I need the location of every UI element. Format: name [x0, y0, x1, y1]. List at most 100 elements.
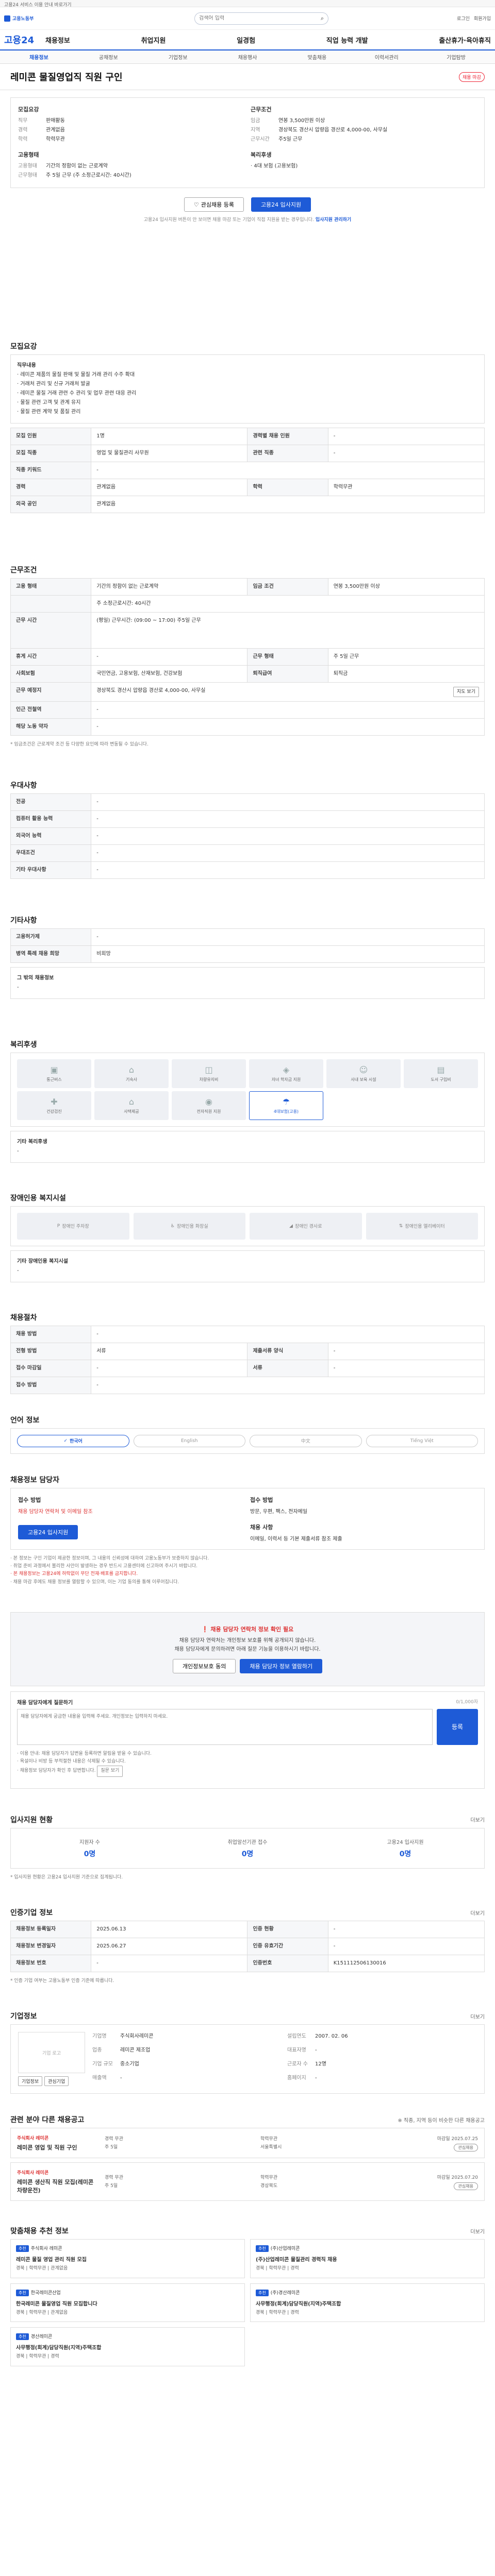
brand-logo[interactable]: 고용24: [4, 33, 45, 46]
table-row: 모집 직종 영업 및 물질관리 사무원 관련 직종 -: [10, 445, 485, 462]
process-title: 채용절차: [10, 1313, 37, 1322]
table-row: 직종 키워드 -: [10, 462, 485, 479]
subnav-item-custom[interactable]: 맞춤채용: [282, 53, 352, 61]
job-card-scrap-button[interactable]: 관심채용: [453, 2182, 478, 2190]
table-key: 외국 공인: [10, 496, 92, 513]
table-row: 접수 방법 -: [10, 1376, 485, 1394]
table-value: -: [327, 445, 485, 462]
signup-link[interactable]: 회원가입: [474, 15, 491, 22]
table-row: 전공 -: [10, 793, 485, 811]
welfare-etc-value: -: [17, 1148, 19, 1154]
subnav-item-events[interactable]: 채용행사: [213, 53, 283, 61]
job-card[interactable]: 주식회사 레미콘 레미콘 생산직 직원 모집(레미콘 차량운전) 경력 무관 학력…: [10, 2162, 485, 2201]
subnav-item-public[interactable]: 공채정보: [74, 53, 143, 61]
summary-key: 지역: [251, 127, 260, 133]
table-key: 경력: [10, 479, 92, 496]
util-text[interactable]: 고용24 서비스 이용 안내 바로가기: [4, 3, 72, 8]
company-key: 기업 규모: [92, 2061, 113, 2067]
note-line: · 채용정보 담당자가 확인 후 답변합니다. 질문 보기: [17, 1766, 478, 1777]
summary-right-heading: 근무조건: [251, 106, 272, 113]
welfare-label: 4대보험(고용): [273, 1109, 299, 1114]
table-value: 국민연금, 고용보험, 산재보험, 건강보험: [91, 665, 248, 683]
job-card-scrap-button[interactable]: 관심채용: [453, 2143, 478, 2151]
search-icon[interactable]: ⌕: [321, 15, 324, 22]
nav-item-leave[interactable]: 출산휴가·육아휴직: [439, 35, 491, 45]
table-key: 인증 유효기간: [247, 1938, 328, 1956]
view-contact-button[interactable]: 채용 담당자 정보 열람하기: [240, 1658, 323, 1673]
language-option-zh[interactable]: 中文: [250, 1434, 362, 1447]
company-info-button[interactable]: 기업정보: [18, 2076, 43, 2087]
recommend-card-title[interactable]: (주)산업레미콘 물질관리 경력직 채용: [256, 2255, 479, 2263]
work-note: * 임금조건은 근로계약 조건 등 다양한 요인에 따라 변동될 수 있습니다.: [10, 742, 148, 748]
recommend-card[interactable]: 추천 (주)산업레미콘 (주)산업레미콘 물질관리 경력직 채용 경북 | 학력무관 …: [250, 2239, 485, 2278]
subnav-item-resume[interactable]: 이력서관리: [352, 53, 421, 61]
stats-title: 입사지원 현황: [10, 1816, 53, 1824]
table-key: 전공: [10, 793, 92, 811]
job-card-title[interactable]: 레미콘 영업 및 직원 구인: [17, 2143, 100, 2151]
table-key: 퇴직급여: [247, 665, 328, 683]
info-more-link[interactable]: 더보기: [470, 1909, 485, 1917]
language-option-ko[interactable]: ✓ 한국어: [17, 1434, 129, 1447]
company-follow-button[interactable]: 관심기업: [44, 2076, 69, 2087]
nav-item-jobs[interactable]: 채용정보: [45, 35, 70, 45]
subnav-item-company[interactable]: 기업정보: [143, 53, 213, 61]
recommend-card-title[interactable]: 사무행정(회계)담당직원(지역)주택조합: [256, 2299, 479, 2307]
nav-item-training[interactable]: 직업 능력 개발: [326, 35, 368, 45]
recommend-card[interactable]: 추천 주식회사 레미콘 레미콘 물질 영업 관리 직원 모집 경북 | 학력무관 | …: [10, 2239, 245, 2278]
recommend-company: (주)산업레미콘: [270, 2246, 300, 2252]
summary-key: 경력: [18, 127, 28, 133]
stats-more-link[interactable]: 더보기: [470, 1816, 485, 1823]
language-option-vi[interactable]: Tiếng Việt: [366, 1434, 478, 1447]
scrap-button[interactable]: ♡ 관심채용 등록: [184, 197, 244, 212]
warn-title-text: 채용 담당자 연락처 정보 확인 필요: [210, 1625, 294, 1633]
recommend-card-title[interactable]: 레미콘 물질 영업 관리 직원 모집: [16, 2255, 239, 2263]
qna-input[interactable]: [17, 1708, 433, 1745]
job-card-title[interactable]: 레미콘 생산직 직원 모집(레미콘 차량운전): [17, 2178, 100, 2194]
summary-employment-heading: 고용형태: [18, 151, 39, 158]
apply-button[interactable]: 고용24 입사지원: [251, 197, 311, 212]
recommend-card-title[interactable]: 한국레미콘 물질영업 직원 모집합니다: [16, 2299, 239, 2307]
language-option-en[interactable]: English: [133, 1434, 245, 1447]
recommend-card-title[interactable]: 사무행정(회계)담당직원(지역)주택조합: [16, 2343, 239, 2351]
table-value: -: [91, 718, 485, 736]
company-more-link[interactable]: 더보기: [470, 2012, 485, 2020]
sub-nav: 채용정보 공채정보 기업정보 채용행사 맞춤채용 이력서관리 기업탐방: [0, 50, 495, 64]
apply-manage-link[interactable]: 입사지원 관리하기: [316, 217, 351, 223]
subnav-item-jobs[interactable]: 채용정보: [4, 53, 74, 61]
table-value: 2025.06.13: [91, 1921, 248, 1939]
elevator-icon: ⇅: [399, 1223, 403, 1229]
job-card[interactable]: 주식회사 레미콘 레미콘 영업 및 직원 구인 경력 무관 학력무관 주 5일 서…: [10, 2128, 485, 2159]
welfare-section: 복리후생 ▣ 통근버스 ⌂ 기숙사 ◫ 차량유지비 ◈ 자녀 학자금 지원 ☺ 사내 보육…: [0, 1034, 495, 1163]
qna-view-button[interactable]: 질문 보기: [97, 1766, 123, 1777]
nav-item-experience[interactable]: 일경험: [237, 35, 255, 45]
subnav-item-visit[interactable]: 기업탐방: [421, 53, 491, 61]
recommend-title: 맞춤채용 추천 정보: [10, 2227, 69, 2236]
warn-title: ❗ 채용 담당자 연락처 정보 확인 필요: [11, 1625, 484, 1633]
recommend-card[interactable]: 추천 (주)경산레미콘 사무행정(회계)담당직원(지역)주택조합 경북 | 학력무관 …: [250, 2283, 485, 2323]
header-links: 로그인 회원가입: [457, 15, 491, 22]
job-summary: 모집요강 직무 판매활동 경력 관계없음 학력 학력무관 근무조건 임금 연봉 3,50…: [10, 97, 485, 188]
privacy-agree-button[interactable]: 개인정보보호 동의: [172, 1658, 236, 1673]
search-input[interactable]: [199, 15, 318, 21]
welfare-item: ◈ 자녀 학자금 지원: [249, 1059, 323, 1088]
login-link[interactable]: 로그인: [457, 15, 470, 22]
recommend-meta: 경북 | 학력무관 | 관계없음: [16, 2310, 68, 2315]
welfare-item: ☺ 사내 보육 시설: [326, 1059, 401, 1088]
job-card-company: 주식회사 레미콘: [17, 2136, 49, 2142]
warn-line: 채용 담당자에게 문의하려면 아래 질문 기능을 이용하시기 바랍니다.: [174, 1646, 321, 1652]
recommend-more-link[interactable]: 더보기: [470, 2227, 485, 2235]
note-line: · 채용 마감 후에도 채용 정보를 열람할 수 있으며, 이는 기업 동의를 …: [10, 1579, 179, 1585]
info-note: * 인증 기업 여부는 고용노동부 인증 기준에 따릅니다.: [10, 1978, 114, 1984]
recommend-card[interactable]: 추천 한국레미콘산업 한국레미콘 물질영업 직원 모집합니다 경북 | 학력무관 | …: [10, 2283, 245, 2323]
map-button[interactable]: 지도 보기: [453, 687, 479, 698]
recommend-card[interactable]: 추천 경산레미콘 사무행정(회계)담당직원(지역)주택조합 경북 | 학력무관 | 경…: [10, 2327, 245, 2366]
language-label: English: [181, 1438, 198, 1444]
contact-apply-button[interactable]: 고용24 입사지원: [18, 1524, 78, 1539]
nav-item-support[interactable]: 취업지원: [141, 35, 166, 45]
welfare-item-active: ☂ 4대보험(고용): [249, 1091, 323, 1120]
ministry-logo[interactable]: 고용노동부: [4, 13, 66, 24]
process-section: 채용절차 채용 방법 - 전형 방법 서류 제출서류 양식 - 접수 마감일 - 서류 - 접…: [0, 1307, 495, 1394]
qna-submit-button[interactable]: 등록: [437, 1708, 478, 1745]
welfare-grid: ▣ 통근버스 ⌂ 기숙사 ◫ 차량유지비 ◈ 자녀 학자금 지원 ☺ 사내 보육 시설 ▤…: [10, 1052, 485, 1127]
etc-extra-value: -: [17, 984, 19, 990]
